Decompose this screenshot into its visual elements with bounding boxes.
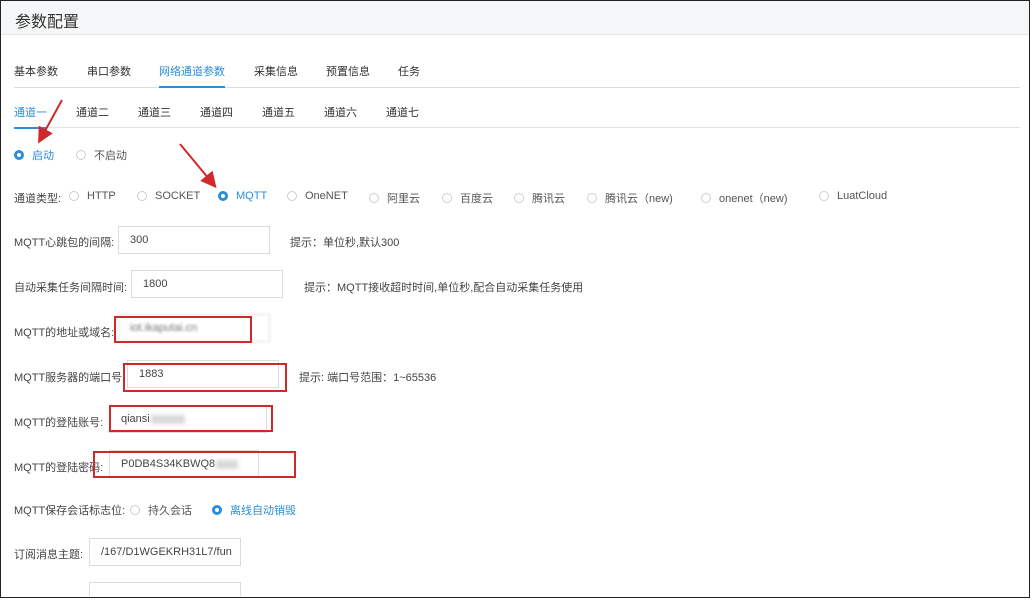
annotation-arrow-enable	[38, 99, 63, 144]
annotation-arrows	[38, 99, 217, 189]
annotation-arrow-mqtt	[179, 143, 217, 189]
